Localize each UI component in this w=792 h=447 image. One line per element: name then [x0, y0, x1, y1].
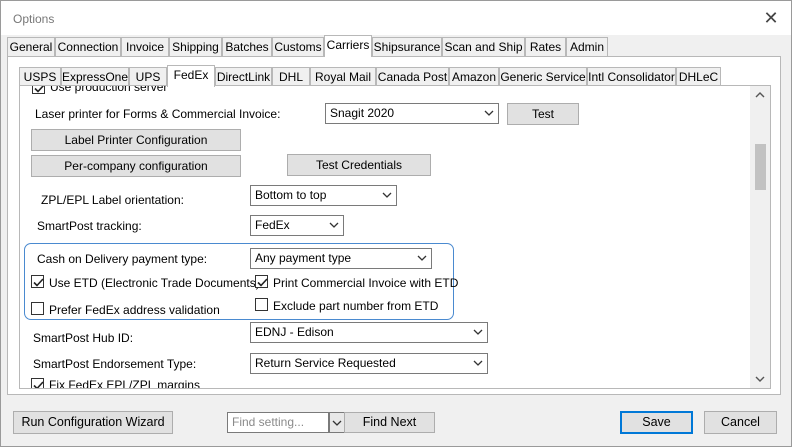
- tab-canada-post[interactable]: Canada Post: [376, 67, 449, 87]
- find-next-button[interactable]: Find Next: [344, 412, 435, 433]
- tab-carriers[interactable]: Carriers: [324, 35, 372, 57]
- tab-scan-and-ship[interactable]: Scan and Ship: [442, 37, 525, 57]
- save-button[interactable]: Save: [620, 411, 693, 434]
- laser-printer-label: Laser printer for Forms & Commercial Inv…: [35, 107, 281, 121]
- use-etd-label: Use ETD (Electronic Trade Documents): [49, 276, 260, 290]
- smartpost-hub-label: SmartPost Hub ID:: [33, 331, 134, 345]
- tab-generic-service[interactable]: Generic Service: [499, 67, 587, 87]
- checkmark-icon: [33, 381, 44, 388]
- test-printer-button[interactable]: Test: [507, 103, 579, 125]
- fix-margins-label: Fix FedEx EPL/ZPL margins: [49, 378, 200, 388]
- clipped-row: Use production server: [20, 86, 748, 96]
- smartpost-endorsement-select[interactable]: Return Service Requested: [250, 353, 488, 374]
- smartpost-hub-select[interactable]: EDNJ - Edison: [250, 322, 488, 343]
- tab-ups[interactable]: UPS: [129, 67, 167, 87]
- per-company-config-button[interactable]: Per-company configuration: [31, 155, 241, 177]
- laser-printer-select[interactable]: Snagit 2020: [325, 103, 499, 124]
- smartpost-hub-value: EDNJ - Edison: [255, 325, 334, 339]
- vertical-scrollbar[interactable]: [750, 86, 770, 388]
- tab-shipsurance[interactable]: Shipsurance: [372, 37, 442, 57]
- checkmark-icon: [33, 278, 44, 287]
- tab-rates[interactable]: Rates: [525, 37, 566, 57]
- chevron-down-icon: [484, 110, 494, 116]
- scrollbar-thumb[interactable]: [755, 144, 766, 190]
- tab-dhl[interactable]: DHL: [272, 67, 310, 87]
- prefer-address-validation-label: Prefer FedEx address validation: [49, 303, 220, 317]
- cancel-button[interactable]: Cancel: [704, 411, 777, 434]
- tab-amazon[interactable]: Amazon: [449, 67, 499, 87]
- tab-shipping[interactable]: Shipping: [169, 37, 222, 57]
- scroll-up-icon[interactable]: [754, 90, 766, 100]
- cod-payment-value: Any payment type: [255, 251, 352, 265]
- smartpost-tracking-select[interactable]: FedEx: [250, 215, 344, 236]
- run-configuration-wizard-button[interactable]: Run Configuration Wizard: [13, 411, 173, 434]
- tab-royal-mail[interactable]: Royal Mail: [310, 67, 376, 87]
- label-printer-config-button[interactable]: Label Printer Configuration: [31, 129, 241, 151]
- smartpost-tracking-value: FedEx: [255, 218, 290, 232]
- use-production-server-label: Use production server: [50, 86, 168, 94]
- exclude-part-number-checkbox[interactable]: [255, 298, 268, 311]
- test-credentials-button[interactable]: Test Credentials: [287, 154, 431, 176]
- zpl-orientation-value: Bottom to top: [255, 188, 327, 202]
- fix-margins-checkbox[interactable]: [31, 378, 44, 388]
- chevron-down-icon: [417, 255, 427, 261]
- scroll-down-icon[interactable]: [754, 374, 766, 384]
- laser-printer-value: Snagit 2020: [330, 106, 395, 120]
- clipped-bottom-row: Fix FedEx EPL/ZPL margins: [20, 375, 748, 388]
- print-ci-etd-label: Print Commercial Invoice with ETD: [273, 276, 459, 290]
- exclude-part-number-label: Exclude part number from ETD: [273, 299, 439, 313]
- find-setting-dropdown[interactable]: [329, 412, 345, 433]
- tab-invoice[interactable]: Invoice: [121, 37, 169, 57]
- checkmark-icon: [257, 278, 268, 287]
- tab-connection[interactable]: Connection: [55, 37, 121, 57]
- chevron-down-icon: [329, 222, 339, 228]
- title-bar: Options ✕: [1, 1, 791, 35]
- tab-expressone[interactable]: ExpressOne: [61, 67, 129, 87]
- use-etd-checkbox[interactable]: [31, 275, 44, 288]
- chevron-down-icon: [473, 360, 483, 366]
- chevron-down-icon: [332, 420, 342, 426]
- smartpost-endorsement-value: Return Service Requested: [255, 356, 396, 370]
- zpl-orientation-label: ZPL/EPL Label orientation:: [41, 193, 184, 207]
- cod-payment-label: Cash on Delivery payment type:: [37, 252, 208, 266]
- tab-intl-consolidator[interactable]: Intl Consolidator: [587, 67, 676, 87]
- tab-batches[interactable]: Batches: [222, 37, 272, 57]
- chevron-down-icon: [473, 329, 483, 335]
- tab-usps[interactable]: USPS: [19, 67, 61, 87]
- window-title: Options: [13, 12, 55, 26]
- tab-general[interactable]: General: [7, 37, 55, 57]
- print-ci-etd-checkbox[interactable]: [255, 275, 268, 288]
- use-production-server-checkbox[interactable]: [32, 86, 45, 94]
- smartpost-endorsement-label: SmartPost Endorsement Type:: [33, 357, 197, 371]
- tab-fedex[interactable]: FedEx: [167, 65, 215, 87]
- options-window: Options ✕ General Connection Invoice Shi…: [0, 0, 792, 447]
- tab-customs[interactable]: Customs: [272, 37, 324, 57]
- tab-directlink[interactable]: DirectLink: [215, 67, 272, 87]
- cod-payment-select[interactable]: Any payment type: [250, 248, 432, 269]
- close-icon[interactable]: ✕: [761, 8, 781, 28]
- find-setting-input[interactable]: Find setting...: [227, 412, 329, 433]
- tab-dhlec[interactable]: DHLeC: [676, 67, 721, 87]
- prefer-address-validation-checkbox[interactable]: [31, 302, 44, 315]
- zpl-orientation-select[interactable]: Bottom to top: [250, 185, 397, 206]
- tab-admin[interactable]: Admin: [566, 37, 608, 57]
- chevron-down-icon: [382, 192, 392, 198]
- smartpost-tracking-label: SmartPost tracking:: [37, 219, 142, 233]
